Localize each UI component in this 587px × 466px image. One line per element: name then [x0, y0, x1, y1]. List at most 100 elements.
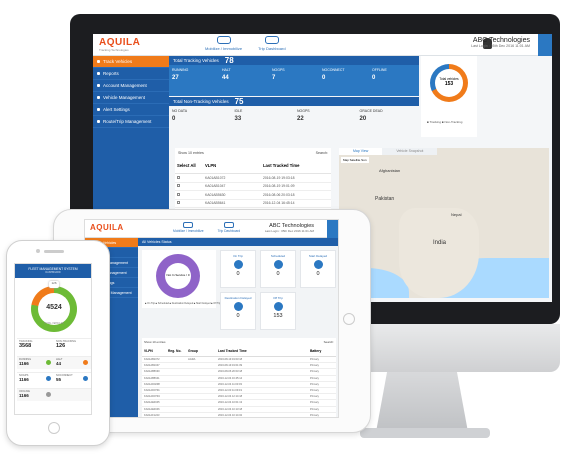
table-row[interactable]: KA01AB5630 2016-08-06 20:03:18 — [175, 191, 331, 200]
table-row[interactable]: KA01AB1072 2016-08-19 19:03:18 — [175, 174, 331, 183]
trip-status-tiles: On Trip 0 Scheduled 0 Start Delayed 0 Desti… — [220, 250, 336, 330]
donut-segment-label: On Trip — [173, 280, 183, 284]
brand-logo[interactable]: AQUILA Tracking Technologies — [99, 37, 140, 52]
stat-running[interactable]: RUNNING 27 — [169, 65, 219, 96]
phone-speaker — [44, 250, 64, 253]
table-row[interactable]: KA01AB5641 2016-12-04 16:45:14 — [175, 200, 331, 208]
map-label-pakistan: Pakistan — [375, 196, 395, 202]
table-search[interactable]: Search: — [316, 151, 328, 155]
donut-ring: Total vehicles 153 — [430, 64, 468, 102]
tile-destination-delayed[interactable]: Destination Delayed 0 — [220, 292, 256, 330]
tile-scheduled[interactable]: Scheduled 0 — [260, 250, 296, 288]
cell-battery: Primary — [310, 401, 319, 405]
stat-nogps-nt[interactable]: NOGPS 22 — [294, 106, 357, 137]
map-label-afghanistan: Afghanistan — [379, 168, 401, 173]
col-reg-no[interactable]: Reg. No. — [168, 349, 188, 353]
phone-nontracking[interactable]: NON-TRACKING 126 — [54, 339, 91, 351]
col-vlpn[interactable]: VLPN — [144, 349, 168, 353]
noconnect-icon — [83, 376, 88, 381]
stat-offline[interactable]: OFFLINE 0 — [369, 65, 419, 96]
tile-off-trip[interactable]: Off Trip 153 — [260, 292, 296, 330]
table-row[interactable]: KA01AF1243 2016-12-04 10:14:02 Primary — [142, 413, 336, 417]
nav-trip-dashboard[interactable]: Trip Dashboard — [258, 36, 286, 51]
nav-mobilize[interactable]: Mobilize / Immobilize — [205, 36, 242, 51]
sidebar-item-route-trip-management[interactable]: Route/Trip Management — [93, 116, 169, 128]
truck-icon — [273, 302, 283, 311]
select-all-header[interactable]: Select All — [177, 163, 205, 168]
tablet-screen: AQUILA Mobilize / Immobilize Trip Dashbo… — [84, 219, 339, 418]
tile-start-delayed[interactable]: Start Delayed 0 — [300, 250, 336, 288]
cell-vlpn: KA01AB5641 — [205, 201, 226, 206]
col-group[interactable]: Group — [188, 349, 218, 353]
cell-last-tracked: 2016-12-04 10:14:02 — [218, 413, 243, 417]
tab-map-view[interactable]: Map View — [339, 148, 383, 155]
phone-header: FLEET MANAGEMENT SYSTEM DASHBOARD — [15, 264, 91, 278]
tracking-title: Total Tracking Vehicles — [173, 58, 219, 63]
page-size-control[interactable]: Show 10 entries — [178, 151, 204, 155]
phone-nogps[interactable]: NOGPS 1166 — [17, 373, 54, 385]
nogps-icon — [46, 376, 51, 381]
sidebar-item-vehicle-management[interactable]: Vehicle Management — [93, 92, 169, 104]
stat-halt[interactable]: HALT 44 — [219, 65, 269, 96]
donut-legend: ■ Tracking ■ Non-Tracking — [427, 120, 463, 124]
stat-no-data[interactable]: NO DATA 0 — [169, 106, 232, 137]
phone-tracking[interactable]: TRACKING 3568 — [17, 339, 54, 351]
vlpn-header[interactable]: VLPN — [205, 163, 263, 168]
last-tracked-header[interactable]: Last Tracked Time — [263, 163, 329, 168]
phone-running[interactable]: RUNNING 1166 — [17, 357, 54, 369]
dashboard-icon — [264, 36, 279, 44]
cell-vlpn: KA01AB1047 — [144, 364, 160, 368]
tab-vehicle-snapshot[interactable]: Vehicle Snapshot — [382, 148, 438, 155]
tablet-home-button[interactable] — [343, 313, 355, 325]
cell-battery: Primary — [310, 382, 319, 386]
tablet-nav-trip-dashboard[interactable]: Trip Dashboard — [218, 222, 240, 233]
tablet-notification-icon[interactable] — [327, 220, 338, 238]
monitor-base — [360, 428, 490, 438]
cell-vlpn: KA01AB1072 — [205, 175, 226, 180]
tablet-page-size[interactable]: Show 10 entries — [144, 340, 166, 344]
sidebar-item-reports[interactable]: Reports — [93, 68, 169, 80]
phone-total-label: TOTAL VEHICLES — [44, 322, 64, 325]
tile-on-trip[interactable]: On Trip 0 — [220, 250, 256, 288]
sidebar-item-alert-settings[interactable]: Alert Settings — [93, 104, 169, 116]
tablet-main: All Vehicles Status Not In Service / 0 O… — [138, 238, 338, 417]
phone-offline[interactable]: OFFLINE 1166 — [17, 389, 54, 401]
dashboard-icon — [223, 222, 234, 228]
row-checkbox[interactable] — [177, 184, 205, 188]
phone-screen: FLEET MANAGEMENT SYSTEM DASHBOARD 4524 TOT… — [14, 263, 92, 415]
stat-idle[interactable]: IDLE 33 — [232, 106, 295, 137]
phone-noconnect[interactable]: NOCONNECT 55 — [54, 373, 91, 385]
cell-last-tracked: 2016-08-19 19:01:09 — [218, 364, 243, 368]
halt-icon — [83, 360, 88, 365]
monitor-stand — [376, 372, 468, 432]
phone-row: NOGPS 1166 NOCONNECT 55 — [17, 372, 91, 385]
cell-vlpn: KA01AD0791 — [144, 389, 160, 393]
cell-battery: Primary — [310, 376, 319, 380]
phone-camera — [36, 249, 40, 253]
phone-empty-cell — [54, 389, 91, 401]
trip-legend: ■ On Trip ■ Scheduled ■ Destination Dela… — [145, 302, 222, 305]
table-row[interactable]: KA01AB1047 2016-08-19 19:01:09 — [175, 183, 331, 191]
cell-battery: Primary — [310, 364, 319, 368]
tablet-search[interactable]: Search: — [324, 340, 334, 344]
tablet-brand-logo[interactable]: AQUILA — [90, 223, 124, 232]
stat-nogps[interactable]: NOGPS 7 — [269, 65, 319, 96]
row-checkbox[interactable] — [177, 201, 205, 205]
cell-last-tracked: 2016-08-06 20:03:18 — [263, 192, 295, 197]
cell-vlpn: KA01AE0046 — [144, 407, 160, 411]
cell-last-tracked: 2016-12-03 11:09:19 — [218, 389, 242, 393]
stat-grace-dead[interactable]: GRACE DEAD 20 — [357, 106, 420, 137]
phone-halt[interactable]: HALT 44 — [54, 357, 91, 369]
row-checkbox[interactable] — [177, 192, 205, 197]
notification-bell-icon[interactable] — [538, 34, 552, 56]
phone-donut: 4524 TOTAL VEHICLES — [31, 286, 77, 332]
col-last-tracked[interactable]: Last Tracked Time — [218, 349, 310, 353]
sidebar-item-track-vehicles[interactable]: Track Vehicles — [93, 56, 169, 68]
map-type-toggle[interactable]: Map Satellite Sun — [341, 157, 369, 163]
sidebar-item-account-management[interactable]: Account Management — [93, 80, 169, 92]
phone-home-button[interactable] — [48, 422, 60, 434]
tablet-nav-mobilize[interactable]: Mobilize / Immobilize — [173, 222, 204, 233]
stat-noconnect[interactable]: NOCONNECT 0 — [319, 65, 369, 96]
row-checkbox[interactable] — [177, 175, 205, 180]
col-battery[interactable]: Battery — [310, 349, 334, 353]
